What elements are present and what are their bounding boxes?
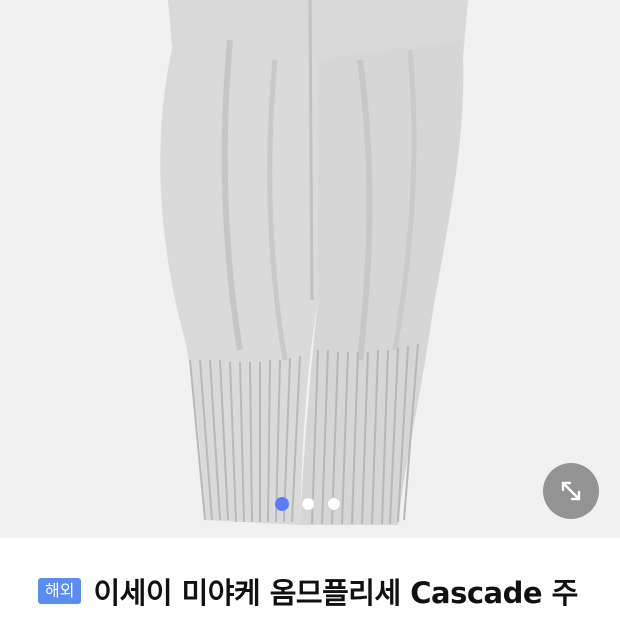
- product-title: 이세이 미야케 옴므플리세 Cascade 주: [93, 576, 578, 610]
- expand-arrows-icon: [561, 481, 581, 501]
- product-photo[interactable]: [0, 0, 620, 538]
- expand-image-button[interactable]: [543, 463, 599, 519]
- overseas-badge: 해외: [38, 578, 82, 604]
- carousel-dot-3[interactable]: [327, 497, 341, 511]
- product-image-gallery[interactable]: [0, 0, 620, 538]
- carousel-dot-2[interactable]: [301, 497, 315, 511]
- carousel-indicator: [0, 497, 618, 511]
- product-title-row: 해외 이세이 미야케 옴므플리세 Cascade 주: [38, 570, 578, 612]
- carousel-dot-1[interactable]: [275, 497, 289, 511]
